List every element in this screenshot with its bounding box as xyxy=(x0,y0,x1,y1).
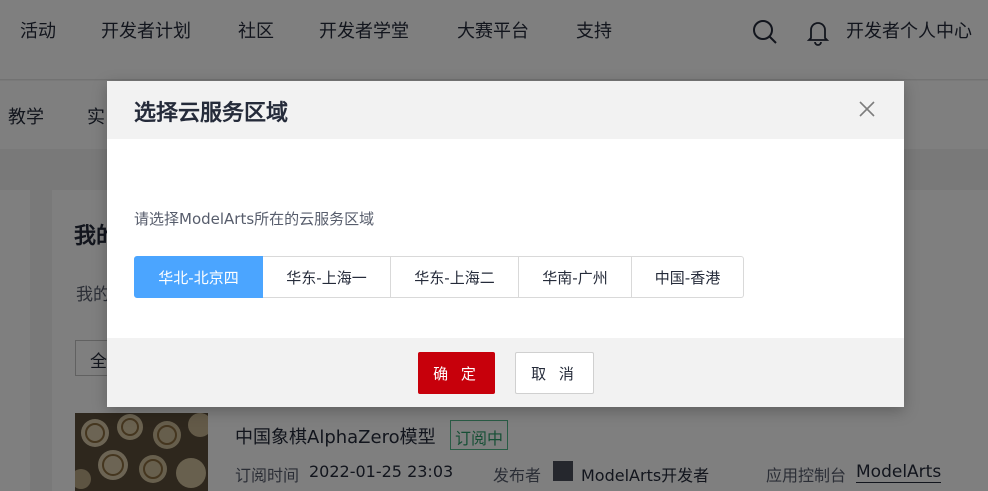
region-option-hongkong[interactable]: 中国-香港 xyxy=(632,256,744,298)
region-select-dialog: 选择云服务区域 请选择ModelArts所在的云服务区域 华北-北京四 华东-上… xyxy=(107,81,904,407)
region-option-shanghai1[interactable]: 华东-上海一 xyxy=(263,256,391,298)
region-prompt: 请选择ModelArts所在的云服务区域 xyxy=(134,210,375,228)
dialog-title: 选择云服务区域 xyxy=(134,101,289,126)
region-option-shanghai2[interactable]: 华东-上海二 xyxy=(391,256,519,298)
confirm-button[interactable]: 确 定 xyxy=(418,352,495,394)
region-button-group: 华北-北京四 华东-上海一 华东-上海二 华南-广州 中国-香港 xyxy=(134,256,744,298)
dialog-footer: 确 定 取 消 xyxy=(107,338,904,407)
close-icon[interactable] xyxy=(857,99,877,119)
region-option-beijing4[interactable]: 华北-北京四 xyxy=(134,256,263,298)
region-option-guangzhou[interactable]: 华南-广州 xyxy=(519,256,632,298)
dialog-header: 选择云服务区域 xyxy=(107,81,904,139)
cancel-button[interactable]: 取 消 xyxy=(515,352,594,394)
